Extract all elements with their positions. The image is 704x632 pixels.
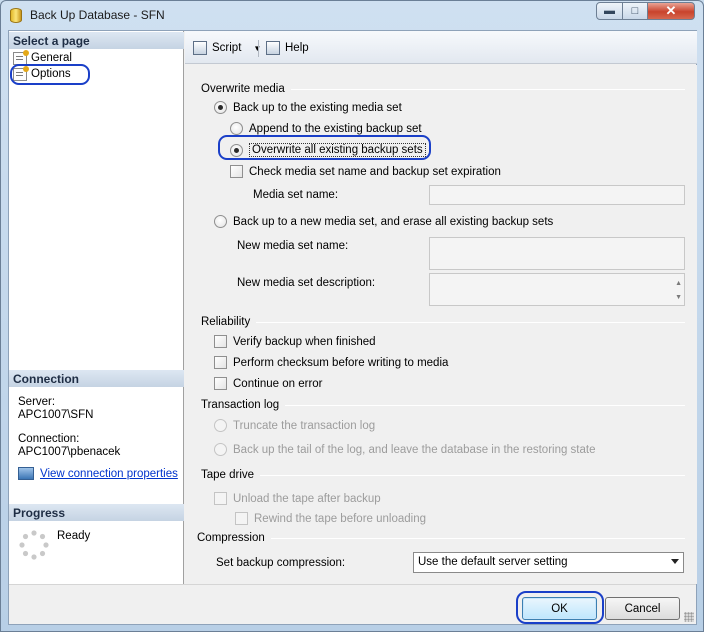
progress-header: Progress <box>9 504 184 521</box>
check-media-set-label: Check media set name and backup set expi… <box>249 165 501 178</box>
perform-checksum-checkbox[interactable]: Perform checksum before writing to media <box>214 356 448 369</box>
radio-control[interactable] <box>214 215 227 228</box>
existing-media-set-radio[interactable]: Back up to the existing media set <box>214 101 402 114</box>
append-backup-set-label: Append to the existing backup set <box>249 122 422 135</box>
title-bar[interactable]: Back Up Database - SFN ▬ □ ✕ <box>1 1 703 29</box>
maximize-button[interactable]: □ <box>622 2 648 20</box>
dropdown-arrow-icon[interactable] <box>671 559 679 564</box>
server-label: Server: <box>18 396 56 408</box>
verify-backup-checkbox[interactable]: Verify backup when finished <box>214 335 376 348</box>
checkbox-control[interactable] <box>230 165 243 178</box>
cancel-button[interactable]: Cancel <box>605 597 680 620</box>
script-label: Script <box>212 42 242 54</box>
compression-select[interactable]: Use the default server setting <box>413 552 684 573</box>
page-wrench-icon <box>13 49 29 65</box>
tape-drive-group: Tape drive <box>201 469 685 481</box>
new-media-set-name-input[interactable] <box>429 237 685 270</box>
overwrite-media-group: Overwrite media <box>201 83 685 95</box>
backup-tail-label: Back up the tail of the log, and leave t… <box>233 443 596 456</box>
compression-label: Set backup compression: <box>216 557 346 569</box>
reliability-title: Reliability <box>201 316 251 328</box>
backup-tail-radio[interactable]: Back up the tail of the log, and leave t… <box>214 443 596 456</box>
continue-on-error-label: Continue on error <box>233 377 323 390</box>
verify-backup-label: Verify backup when finished <box>233 335 376 348</box>
overwrite-media-title: Overwrite media <box>201 83 285 95</box>
perform-checksum-label: Perform checksum before writing to media <box>233 356 449 369</box>
new-media-set-description-input[interactable]: ▲ ▼ <box>429 273 685 306</box>
transaction-log-title: Transaction log <box>201 399 280 411</box>
checkbox-control[interactable] <box>235 512 248 525</box>
connection-value: APC1007\pbenacek <box>18 446 121 458</box>
checkbox-control[interactable] <box>214 492 227 505</box>
left-pane: Select a page General Options Connection… <box>9 31 184 584</box>
checkbox-control[interactable] <box>214 356 227 369</box>
progress-spinner-icon <box>19 530 49 560</box>
radio-control[interactable] <box>214 101 227 114</box>
rewind-tape-checkbox[interactable]: Rewind the tape before unloading <box>235 512 426 525</box>
connection-properties-icon <box>18 467 34 480</box>
transaction-log-group: Transaction log <box>201 399 685 411</box>
script-icon <box>193 41 207 55</box>
toolbar-separator <box>258 40 259 57</box>
radio-control[interactable] <box>230 122 243 135</box>
checkbox-control[interactable] <box>214 335 227 348</box>
options-highlight <box>10 64 90 85</box>
tape-drive-title: Tape drive <box>201 469 255 481</box>
minimize-button[interactable]: ▬ <box>596 2 623 20</box>
progress-status: Ready <box>57 530 91 542</box>
truncate-log-radio[interactable]: Truncate the transaction log <box>214 419 375 432</box>
ok-highlight <box>516 591 604 624</box>
checkbox-control[interactable] <box>214 377 227 390</box>
button-bar: OK Cancel <box>9 584 696 624</box>
media-set-name-label: Media set name: <box>253 189 339 201</box>
reliability-group: Reliability <box>201 316 685 328</box>
check-media-set-checkbox[interactable]: Check media set name and backup set expi… <box>230 165 501 178</box>
rewind-tape-label: Rewind the tape before unloading <box>254 512 426 525</box>
dialog-client: Select a page General Options Connection… <box>8 30 697 625</box>
compression-title: Compression <box>197 532 265 544</box>
radio-control[interactable] <box>214 419 227 432</box>
script-button[interactable]: Script ▼ <box>193 41 261 55</box>
window-title: Back Up Database - SFN <box>30 8 165 22</box>
options-pane: Overwrite media Back up to the existing … <box>185 65 697 584</box>
connection-label: Connection: <box>18 433 80 445</box>
server-value: APC1007\SFN <box>18 409 94 421</box>
radio-control[interactable] <box>214 443 227 456</box>
new-media-set-description-label: New media set description: <box>237 277 376 289</box>
backup-database-window: Back Up Database - SFN ▬ □ ✕ Select a pa… <box>0 0 704 632</box>
new-media-set-name-label: New media set name: <box>237 240 349 252</box>
help-label: Help <box>285 42 309 54</box>
view-connection-properties-link[interactable]: View connection properties <box>40 468 178 480</box>
new-media-set-label: Back up to a new media set, and erase al… <box>233 215 554 228</box>
compression-selected: Use the default server setting <box>418 556 568 568</box>
truncate-log-label: Truncate the transaction log <box>233 419 376 432</box>
unload-tape-checkbox[interactable]: Unload the tape after backup <box>214 492 381 505</box>
help-button[interactable]: Help <box>266 41 309 55</box>
append-backup-set-radio[interactable]: Append to the existing backup set <box>230 122 422 135</box>
compression-group: Compression <box>197 532 685 544</box>
new-media-set-radio[interactable]: Back up to a new media set, and erase al… <box>214 215 553 228</box>
media-set-name-input[interactable] <box>429 185 685 205</box>
close-button[interactable]: ✕ <box>647 2 695 20</box>
resize-grip-icon[interactable] <box>684 612 694 622</box>
overwrite-highlight <box>218 135 431 160</box>
continue-on-error-checkbox[interactable]: Continue on error <box>214 377 323 390</box>
toolbar: Script ▼ Help <box>185 31 697 64</box>
scroll-arrows-icon[interactable]: ▲ ▼ <box>675 277 682 305</box>
help-icon <box>266 41 280 55</box>
database-icon <box>10 8 22 23</box>
page-general-label: General <box>31 52 72 64</box>
unload-tape-label: Unload the tape after backup <box>233 492 381 505</box>
connection-header: Connection <box>9 370 184 387</box>
select-page-header: Select a page <box>9 32 184 49</box>
existing-media-set-label: Back up to the existing media set <box>233 101 402 114</box>
